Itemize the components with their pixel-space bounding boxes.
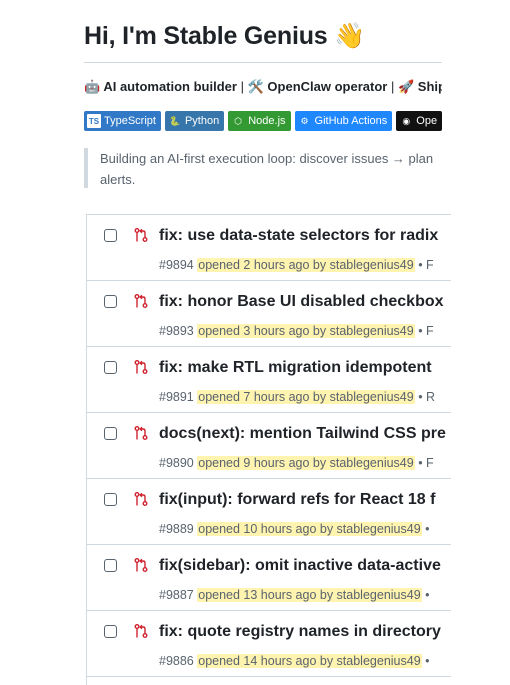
pull-request-trail: •: [425, 522, 430, 536]
badge-nodejs[interactable]: ⬡ Node.js: [228, 111, 291, 131]
git-pull-request-icon: [134, 492, 148, 506]
pull-request-trail: • R: [418, 390, 436, 404]
pull-request-meta: #9889 opened 10 hours ago by stablegeniu…: [159, 522, 430, 536]
pull-request-number: #9887: [159, 588, 194, 602]
pull-request-opened: opened 3 hours ago by stablegenius49: [197, 324, 415, 338]
python-icon: 🐍: [169, 115, 181, 126]
select-checkbox[interactable]: [104, 625, 117, 638]
pull-request-title[interactable]: fix: quote registry names in directory: [159, 623, 451, 641]
pull-request-meta: #9894 opened 2 hours ago by stablegenius…: [159, 258, 434, 272]
badge-label: Ope: [416, 115, 438, 127]
badge-openai[interactable]: ◉ Ope: [396, 111, 442, 131]
heading-divider: [84, 62, 442, 63]
pull-request-row[interactable]: fix: quote registry names in directory #…: [87, 611, 451, 677]
pull-request-number: #9893: [159, 324, 194, 338]
pull-request-number: #9889: [159, 522, 194, 536]
select-checkbox[interactable]: [104, 493, 117, 506]
select-checkbox[interactable]: [104, 361, 117, 374]
pull-request-row[interactable]: fix(sidebar): omit inactive data-active …: [87, 545, 451, 611]
tagline-role: AI automation builder: [103, 79, 237, 94]
openai-icon: ◉: [402, 115, 411, 126]
pull-request-trail: •: [425, 588, 430, 602]
select-checkbox[interactable]: [104, 559, 117, 572]
pull-request-meta: #9887 opened 13 hours ago by stablegeniu…: [159, 588, 430, 602]
git-pull-request-icon: [134, 360, 148, 374]
pull-request-opened: opened 13 hours ago by stablegenius49: [197, 588, 422, 602]
badge-label: Node.js: [248, 115, 286, 127]
select-checkbox[interactable]: [104, 295, 117, 308]
pull-request-opened: opened 9 hours ago by stablegenius49: [197, 456, 415, 470]
pull-request-number: #9890: [159, 456, 194, 470]
pull-request-row[interactable]: fix: honor Base UI disabled checkbox #98…: [87, 281, 451, 347]
nodejs-icon: ⬡: [234, 115, 243, 126]
tagline-operator: OpenClaw operator: [267, 79, 388, 94]
git-pull-request-icon: [134, 294, 148, 308]
badge-github-actions[interactable]: ⚙ GitHub Actions: [294, 111, 393, 131]
pull-request-title[interactable]: fix: honor Base UI disabled checkbox: [159, 293, 451, 311]
git-pull-request-icon: [134, 228, 148, 242]
badge-label: Python: [184, 115, 220, 127]
pull-request-number: #9891: [159, 390, 194, 404]
robot-icon: 🤖: [84, 79, 101, 94]
pull-request-title[interactable]: fix: make RTL migration idempotent: [159, 359, 451, 377]
pull-request-meta: #9891 opened 7 hours ago by stablegenius…: [159, 390, 435, 404]
pull-request-trail: • F: [418, 324, 434, 338]
pull-request-opened: opened 14 hours ago by stablegenius49: [197, 654, 422, 668]
blockquote-line: alerts.: [100, 172, 136, 187]
blockquote-line: Building an AI-first execution loop: dis…: [100, 151, 434, 166]
tagline-separator: |: [390, 79, 395, 94]
pull-request-trail: • F: [418, 258, 434, 272]
badge-python[interactable]: 🐍 Python: [164, 111, 225, 131]
pull-request-title[interactable]: fix(sidebar): omit inactive data-active: [159, 557, 451, 575]
select-checkbox[interactable]: [104, 427, 117, 440]
pull-request-row[interactable]: fix: make RTL migration idempotent #9891…: [87, 347, 451, 413]
tagline-separator: |: [240, 79, 244, 94]
pull-request-row[interactable]: fix(input): forward refs for React 18 f …: [87, 479, 451, 545]
pull-request-row[interactable]: fix: use data-state selectors for radix …: [87, 215, 451, 281]
pull-request-meta: #9893 opened 3 hours ago by stablegenius…: [159, 324, 434, 338]
profile-tagline: 🤖 AI automation builder | 🛠️ OpenClaw op…: [84, 79, 442, 95]
tools-icon: 🛠️: [247, 79, 264, 94]
pull-request-list: fix: use data-state selectors for radix …: [86, 214, 451, 685]
github-actions-icon: ⚙: [300, 115, 309, 126]
git-pull-request-icon: [134, 558, 148, 572]
git-pull-request-icon: [134, 624, 148, 638]
pull-request-meta: #9890 opened 9 hours ago by stablegenius…: [159, 456, 434, 470]
pull-request-meta: #9886 opened 14 hours ago by stablegeniu…: [159, 654, 430, 668]
badge-label: TypeScript: [104, 115, 156, 127]
select-checkbox[interactable]: [104, 229, 117, 242]
pull-request-number: #9886: [159, 654, 194, 668]
pull-request-opened: opened 10 hours ago by stablegenius49: [197, 522, 422, 536]
pull-request-title[interactable]: docs(next): mention Tailwind CSS pre: [159, 425, 451, 443]
typescript-icon: TS: [87, 114, 101, 128]
badge-typescript[interactable]: TS TypeScript: [84, 111, 161, 131]
pull-request-title[interactable]: fix: use data-state selectors for radix: [159, 227, 451, 245]
tagline-shipping: Shipp: [417, 79, 442, 94]
profile-blockquote: Building an AI-first execution loop: dis…: [84, 148, 442, 188]
pull-request-opened: opened 7 hours ago by stablegenius49: [197, 390, 415, 404]
pull-request-opened: opened 2 hours ago by stablegenius49: [197, 258, 415, 272]
profile-heading: Hi, I'm Stable Genius 👋: [84, 22, 366, 50]
pull-request-title[interactable]: fix(input): forward refs for React 18 f: [159, 491, 451, 509]
rocket-icon: 🚀: [397, 79, 415, 94]
tech-badges: TS TypeScript 🐍 Python ⬡ Node.js ⚙ GitHu…: [84, 111, 442, 131]
pull-request-row[interactable]: docs(next): mention Tailwind CSS pre #98…: [87, 413, 451, 479]
git-pull-request-icon: [134, 426, 148, 440]
pull-request-number: #9894: [159, 258, 194, 272]
badge-label: GitHub Actions: [314, 115, 388, 127]
pull-request-trail: •: [425, 654, 430, 668]
pull-request-trail: • F: [418, 456, 434, 470]
